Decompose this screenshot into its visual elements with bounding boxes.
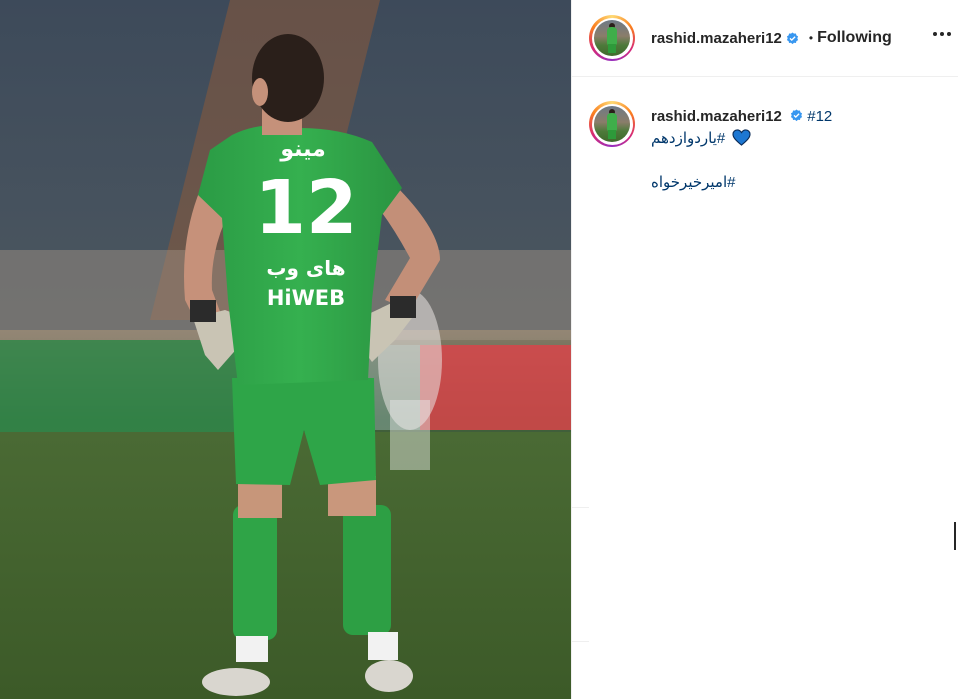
sponsor-bottom-fa-text: های وب — [266, 256, 345, 280]
blue-heart-icon — [732, 129, 751, 146]
post-caption: rashid.mazaheri12 #12 #یاردوازدهم #امیرخ… — [572, 77, 958, 194]
divider — [571, 641, 589, 642]
goalkeeper-photo: مینو 12 های وب HiWEB — [0, 0, 571, 699]
hashtag-link[interactable]: #یاردوازدهم — [651, 130, 725, 147]
sponsor-bottom-en-text: HiWEB — [267, 286, 345, 310]
caption-avatar-ring[interactable] — [589, 101, 635, 147]
avatar[interactable] — [594, 106, 630, 142]
verified-badge-icon — [786, 31, 798, 44]
sponsor-top-text: مینو — [279, 137, 325, 162]
caption-username[interactable]: rashid.mazaheri12 — [651, 108, 782, 125]
divider — [571, 507, 589, 508]
post-image[interactable]: مینو 12 های وب HiWEB — [0, 0, 571, 699]
verified-badge-icon — [791, 109, 803, 122]
post-side-panel: rashid.mazaheri12 • Following rashid.maz… — [571, 0, 958, 699]
scrollbar-thumb[interactable] — [954, 522, 956, 550]
hashtag-link[interactable]: #12 — [807, 108, 832, 125]
header-username[interactable]: rashid.mazaheri12 — [651, 30, 782, 47]
more-options-icon[interactable] — [933, 26, 953, 42]
header-avatar-ring[interactable] — [589, 15, 635, 61]
header-separator: • — [808, 31, 814, 45]
instagram-post: مینو 12 های وب HiWEB rashid.mazaheri12 •… — [0, 0, 958, 699]
jersey-number: 12 — [255, 165, 358, 251]
hashtag-link[interactable]: #امیرخیرخواه — [651, 174, 735, 191]
avatar[interactable] — [594, 20, 630, 56]
caption-text: rashid.mazaheri12 #12 #یاردوازدهم #امیرخ… — [651, 106, 832, 194]
post-header: rashid.mazaheri12 • Following — [572, 0, 958, 77]
following-button[interactable]: Following — [817, 29, 892, 47]
